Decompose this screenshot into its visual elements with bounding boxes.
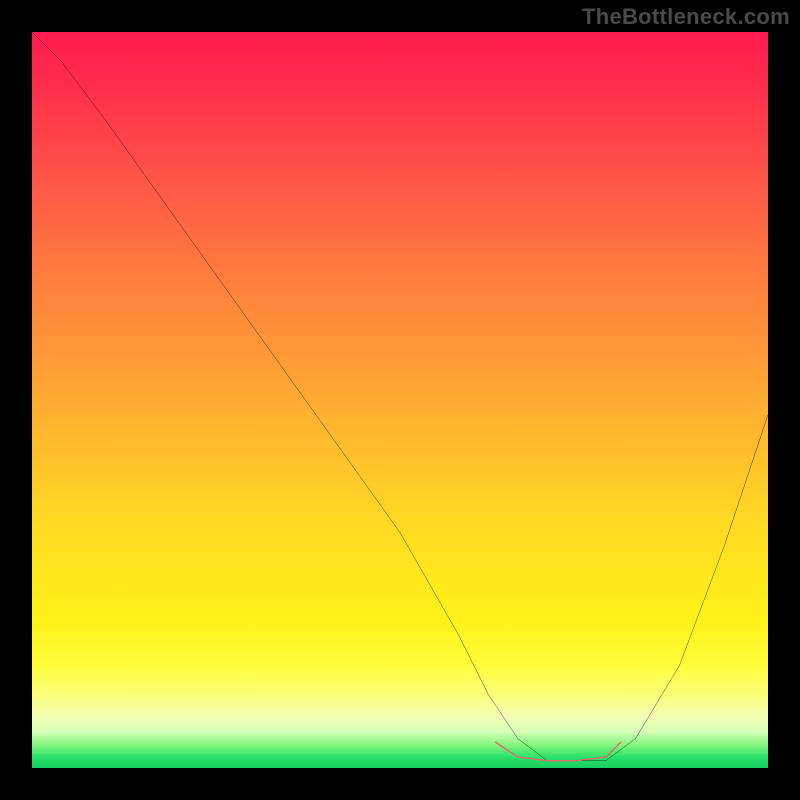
watermark-text: TheBottleneck.com xyxy=(582,4,790,30)
bottleneck-range-marker-path xyxy=(496,742,621,760)
curve-layer xyxy=(32,32,768,768)
bottleneck-curve-path xyxy=(32,32,768,761)
plot-area xyxy=(32,32,768,768)
chart-frame: TheBottleneck.com xyxy=(0,0,800,800)
